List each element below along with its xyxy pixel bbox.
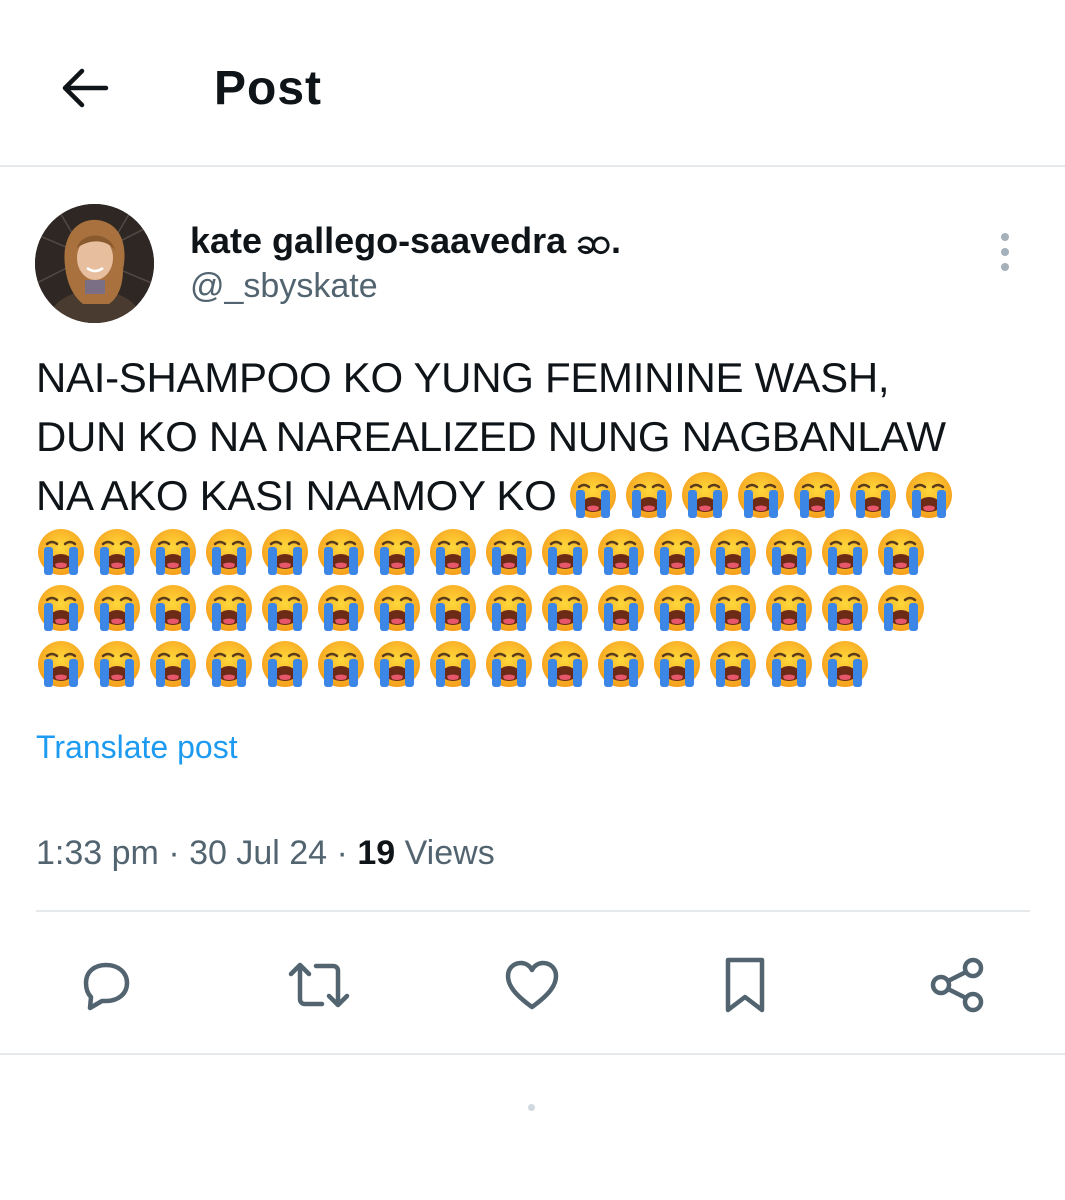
loudly-crying-face-emoji bbox=[822, 585, 868, 631]
author-handle[interactable]: @_sbyskate bbox=[190, 264, 378, 308]
meta-separator: · bbox=[168, 834, 180, 872]
loudly-crying-face-emoji bbox=[625, 472, 672, 518]
emoji-row bbox=[36, 637, 1036, 693]
loudly-crying-face-emoji bbox=[766, 585, 812, 631]
loudly-crying-face-emoji bbox=[793, 472, 840, 518]
heart-icon bbox=[505, 960, 559, 1010]
loudly-crying-face-emoji bbox=[598, 529, 644, 575]
repost-icon bbox=[288, 962, 350, 1008]
loudly-crying-face-emoji bbox=[542, 585, 588, 631]
loudly-crying-face-emoji bbox=[542, 529, 588, 575]
more-options-button[interactable] bbox=[985, 228, 1025, 276]
like-button[interactable] bbox=[497, 950, 567, 1020]
emoji-row-inline bbox=[568, 472, 960, 519]
emoji-rows bbox=[36, 525, 1036, 693]
post-text-line: NAI-SHAMPOO KO YUNG FEMININE WASH, bbox=[36, 354, 890, 401]
loudly-crying-face-emoji bbox=[430, 641, 476, 687]
more-vertical-icon bbox=[1001, 233, 1009, 271]
post-date: 30 Jul 24 bbox=[189, 834, 328, 872]
back-button[interactable] bbox=[52, 60, 116, 116]
post-text-line: NA AKO KASI NAAMOY KO bbox=[36, 466, 1036, 525]
loudly-crying-face-emoji bbox=[150, 585, 196, 631]
loudly-crying-face-emoji bbox=[206, 641, 252, 687]
loudly-crying-face-emoji bbox=[206, 529, 252, 575]
loudly-crying-face-emoji bbox=[569, 472, 616, 518]
views-count: 19 bbox=[357, 834, 396, 872]
loudly-crying-face-emoji bbox=[430, 529, 476, 575]
loudly-crying-face-emoji bbox=[878, 585, 924, 631]
page-title: Post bbox=[214, 62, 323, 115]
loudly-crying-face-emoji bbox=[878, 529, 924, 575]
share-icon bbox=[930, 957, 984, 1013]
loudly-crying-face-emoji bbox=[38, 585, 84, 631]
meta-separator: · bbox=[336, 834, 348, 872]
loudly-crying-face-emoji bbox=[38, 641, 84, 687]
loudly-crying-face-emoji bbox=[710, 641, 756, 687]
loudly-crying-face-emoji bbox=[598, 641, 644, 687]
loudly-crying-face-emoji bbox=[598, 585, 644, 631]
loudly-crying-face-emoji bbox=[681, 472, 728, 518]
loudly-crying-face-emoji bbox=[206, 585, 252, 631]
loudly-crying-face-emoji bbox=[654, 585, 700, 631]
loudly-crying-face-emoji bbox=[654, 529, 700, 575]
loudly-crying-face-emoji bbox=[849, 472, 896, 518]
loudly-crying-face-emoji bbox=[262, 529, 308, 575]
loudly-crying-face-emoji bbox=[374, 641, 420, 687]
loudly-crying-face-emoji bbox=[486, 641, 532, 687]
loudly-crying-face-emoji bbox=[94, 641, 140, 687]
loudly-crying-face-emoji bbox=[94, 529, 140, 575]
post-time: 1:33 pm bbox=[36, 834, 159, 872]
avatar[interactable] bbox=[35, 204, 154, 323]
repost-button[interactable] bbox=[284, 950, 354, 1020]
loudly-crying-face-emoji bbox=[94, 585, 140, 631]
reply-icon bbox=[83, 962, 130, 1011]
author-display-name[interactable]: kate gallego-saavedra ဆ. bbox=[190, 218, 621, 264]
bookmark-icon bbox=[725, 957, 765, 1013]
loudly-crying-face-emoji bbox=[318, 585, 364, 631]
loudly-crying-face-emoji bbox=[486, 529, 532, 575]
views-label[interactable]: Views bbox=[405, 834, 495, 872]
loudly-crying-face-emoji bbox=[822, 529, 868, 575]
share-button[interactable] bbox=[922, 950, 992, 1020]
loudly-crying-face-emoji bbox=[374, 585, 420, 631]
arrow-left-icon bbox=[62, 68, 109, 108]
loading-dot bbox=[528, 1104, 535, 1111]
loudly-crying-face-emoji bbox=[710, 529, 756, 575]
profile-photo bbox=[35, 204, 154, 323]
loudly-crying-face-emoji bbox=[542, 641, 588, 687]
loudly-crying-face-emoji bbox=[822, 641, 868, 687]
action-bar bbox=[0, 940, 1065, 1030]
loudly-crying-face-emoji bbox=[150, 529, 196, 575]
loudly-crying-face-emoji bbox=[486, 585, 532, 631]
loudly-crying-face-emoji bbox=[905, 472, 952, 518]
loudly-crying-face-emoji bbox=[766, 529, 812, 575]
loudly-crying-face-emoji bbox=[318, 529, 364, 575]
translate-post-link[interactable]: Translate post bbox=[36, 726, 238, 768]
post-text-line: DUN KO NA NAREALIZED NUNG NAGBANLAW bbox=[36, 413, 946, 460]
loudly-crying-face-emoji bbox=[710, 585, 756, 631]
reply-button[interactable] bbox=[71, 950, 141, 1020]
post-text-line-content: NA AKO KASI NAAMOY KO bbox=[36, 472, 557, 519]
loudly-crying-face-emoji bbox=[430, 585, 476, 631]
loudly-crying-face-emoji bbox=[150, 641, 196, 687]
loudly-crying-face-emoji bbox=[766, 641, 812, 687]
post-text: NAI-SHAMPOO KO YUNG FEMININE WASH, DUN K… bbox=[36, 348, 1036, 693]
loudly-crying-face-emoji bbox=[38, 529, 84, 575]
loudly-crying-face-emoji bbox=[374, 529, 420, 575]
divider bbox=[0, 1053, 1065, 1055]
loudly-crying-face-emoji bbox=[318, 641, 364, 687]
emoji-row bbox=[36, 525, 1036, 581]
loudly-crying-face-emoji bbox=[262, 585, 308, 631]
loudly-crying-face-emoji bbox=[737, 472, 784, 518]
loudly-crying-face-emoji bbox=[654, 641, 700, 687]
bookmark-button[interactable] bbox=[710, 950, 780, 1020]
loudly-crying-face-emoji bbox=[262, 641, 308, 687]
divider bbox=[36, 910, 1030, 912]
emoji-row bbox=[36, 581, 1036, 637]
post-meta: 1:33 pm · 30 Jul 24 · 19 Views bbox=[36, 830, 495, 876]
top-bar: Post bbox=[0, 0, 1065, 167]
